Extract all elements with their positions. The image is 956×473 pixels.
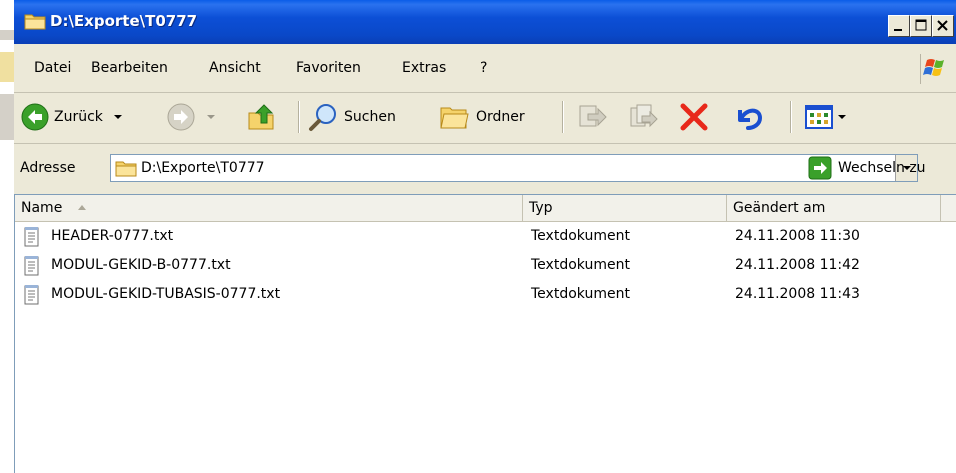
forward-button[interactable] [166, 102, 218, 132]
chevron-down-icon[interactable] [111, 112, 125, 122]
text-file-icon [24, 285, 39, 305]
file-name: MODUL-GEKID-B-0777.txt [51, 257, 231, 273]
chevron-down-icon[interactable] [836, 112, 848, 122]
folder-up-icon [248, 104, 274, 130]
close-icon [937, 20, 948, 31]
column-header-type[interactable]: Typ [523, 195, 727, 221]
toolbar-separator [298, 101, 299, 133]
file-modified: 24.11.2008 11:43 [735, 286, 860, 302]
go-arrow-icon [808, 156, 832, 180]
column-label: Typ [529, 200, 553, 216]
copy-to-icon [630, 104, 658, 128]
file-name: HEADER-0777.txt [51, 228, 174, 244]
minimize-button[interactable] [888, 15, 910, 37]
search-label: Suchen [344, 109, 396, 125]
menu-bar: Datei Bearbeiten Ansicht Favoriten Extra… [14, 44, 956, 93]
close-button[interactable] [932, 15, 954, 37]
folder-icon [115, 161, 137, 177]
menu-datei[interactable]: Datei [34, 60, 71, 76]
up-folder-button[interactable] [246, 102, 278, 132]
background-edge-fragment [0, 52, 14, 82]
delete-x-icon [680, 103, 708, 131]
minimize-icon [894, 29, 902, 31]
explorer-window: D:\Exporte\T0777 Datei Bearbeiten Ansich… [14, 0, 956, 473]
column-header-name[interactable]: Name [15, 195, 523, 221]
text-file-icon [24, 256, 39, 276]
toolbar-separator [790, 101, 791, 133]
address-bar: Adresse D:\Exporte\T0777 Wechseln zu [14, 144, 956, 194]
file-modified: 24.11.2008 11:30 [735, 228, 860, 244]
background-edge-fragment [0, 94, 14, 140]
menu-ansicht[interactable]: Ansicht [209, 60, 261, 76]
go-button[interactable]: Wechseln zu [808, 156, 926, 180]
back-button[interactable]: Zurück [20, 102, 125, 132]
file-type: Textdokument [531, 257, 630, 273]
menu-extras[interactable]: Extras [402, 60, 446, 76]
windows-logo [920, 54, 955, 84]
address-input[interactable]: D:\Exporte\T0777 [110, 154, 918, 182]
file-row[interactable]: MODUL-GEKID-B-0777.txt Textdokument 24.1… [15, 252, 956, 280]
title-bar[interactable]: D:\Exporte\T0777 [14, 0, 956, 44]
folders-button[interactable]: Ordner [438, 102, 525, 132]
column-label: Name [21, 200, 63, 216]
file-row[interactable]: MODUL-GEKID-TUBASIS-0777.txt Textdokumen… [15, 281, 956, 309]
address-value: D:\Exporte\T0777 [141, 160, 265, 176]
menu-help[interactable]: ? [480, 60, 487, 76]
chevron-down-icon[interactable] [204, 112, 218, 122]
window-title: D:\Exporte\T0777 [50, 12, 198, 30]
maximize-button[interactable] [910, 15, 932, 37]
text-file-icon [24, 227, 39, 247]
menu-favoriten[interactable]: Favoriten [296, 60, 361, 76]
maximize-icon [915, 19, 927, 31]
forward-arrow-icon [167, 103, 195, 131]
back-label: Zurück [54, 109, 103, 125]
undo-button[interactable] [732, 102, 766, 132]
copy-to-button[interactable] [628, 102, 660, 132]
delete-button[interactable] [678, 102, 710, 132]
windows-flag-icon [923, 59, 944, 76]
file-type: Textdokument [531, 228, 630, 244]
file-row[interactable]: HEADER-0777.txt Textdokument 24.11.2008 … [15, 223, 956, 251]
go-label: Wechseln zu [838, 160, 926, 176]
address-label: Adresse [20, 160, 76, 176]
toolbar: Zurück Suchen Ordner [14, 93, 956, 144]
back-arrow-icon [21, 103, 49, 131]
views-grid-icon [805, 105, 833, 129]
file-list[interactable]: Name Typ Geändert am HEADER-0777.txt Tex… [14, 194, 956, 473]
move-to-button[interactable] [576, 102, 608, 132]
list-header: Name Typ Geändert am [15, 195, 956, 222]
background-window-edge [0, 0, 14, 473]
folder-icon [24, 12, 46, 34]
menu-bearbeiten[interactable]: Bearbeiten [91, 60, 168, 76]
column-label: Geändert am [733, 200, 826, 216]
search-icon [309, 104, 336, 131]
search-button[interactable]: Suchen [306, 102, 396, 132]
toolbar-separator [562, 101, 563, 133]
undo-icon [738, 108, 763, 130]
views-button[interactable] [804, 102, 848, 132]
folders-icon [440, 107, 469, 129]
column-header-modified[interactable]: Geändert am [727, 195, 941, 221]
file-modified: 24.11.2008 11:42 [735, 257, 860, 273]
file-name: MODUL-GEKID-TUBASIS-0777.txt [51, 286, 281, 302]
file-type: Textdokument [531, 286, 630, 302]
folders-label: Ordner [476, 109, 525, 125]
background-edge-fragment [0, 30, 14, 40]
move-to-icon [579, 105, 607, 127]
sort-ascending-icon [77, 205, 86, 210]
